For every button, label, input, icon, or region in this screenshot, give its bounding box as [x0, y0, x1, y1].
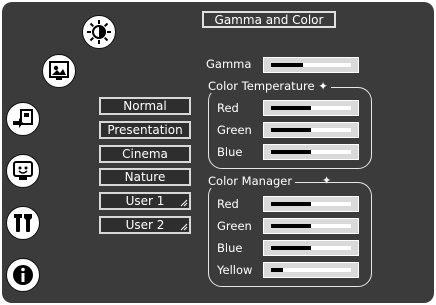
preset-normal[interactable]: Normal	[99, 97, 191, 115]
preset-user-2[interactable]: User 2	[99, 216, 191, 234]
color-manager-title-text: Color Manager	[208, 174, 293, 188]
preset-user-1[interactable]: User 1	[99, 192, 191, 210]
preset-nature-label: Nature	[124, 170, 166, 184]
preset-user-1-label: User 1	[125, 194, 165, 208]
ct-green-label: Green	[217, 123, 252, 137]
color-temperature-title: Color Temperature ✦	[205, 79, 331, 93]
ct-blue-label: Blue	[217, 145, 243, 159]
color-temperature-title-text: Color Temperature	[208, 79, 315, 93]
preset-normal-label: Normal	[123, 99, 167, 113]
window-title: Gamma and Color	[202, 11, 336, 28]
cm-red-slider[interactable]	[263, 196, 359, 212]
cm-yellow-label: Yellow	[217, 263, 253, 277]
preset-cinema[interactable]: Cinema	[99, 145, 191, 163]
ct-blue-slider[interactable]	[263, 144, 359, 160]
cm-blue-slider[interactable]	[263, 240, 359, 256]
cm-green-label: Green	[217, 219, 252, 233]
brightness-icon[interactable]	[82, 15, 116, 49]
preset-presentation-label: Presentation	[107, 123, 183, 137]
resize-grip-icon	[180, 223, 188, 231]
osd-screen: Gamma and Color Normal Presentation Cine…	[2, 2, 434, 303]
tools-icon[interactable]	[6, 206, 40, 240]
ct-red-label: Red	[217, 101, 239, 115]
cm-blue-label: Blue	[217, 241, 243, 255]
resize-grip-icon	[180, 199, 188, 207]
info-icon[interactable]	[6, 258, 40, 292]
group-marker-icon: ✦	[322, 174, 332, 187]
preset-nature[interactable]: Nature	[99, 168, 191, 186]
input-source-icon[interactable]	[6, 102, 40, 136]
picture-icon[interactable]	[42, 54, 76, 88]
preset-cinema-label: Cinema	[122, 147, 168, 161]
gamma-label: Gamma	[206, 57, 252, 71]
group-marker-icon: ✦	[318, 79, 328, 93]
preset-user-2-label: User 2	[125, 218, 165, 232]
ct-red-slider[interactable]	[263, 100, 359, 116]
cm-red-label: Red	[217, 197, 239, 211]
cm-yellow-slider[interactable]	[263, 262, 359, 278]
display-icon[interactable]	[6, 154, 40, 188]
gamma-slider[interactable]	[263, 57, 359, 73]
color-manager-title: Color Manager	[205, 174, 296, 188]
preset-presentation[interactable]: Presentation	[99, 121, 191, 139]
cm-green-slider[interactable]	[263, 218, 359, 234]
ct-green-slider[interactable]	[263, 122, 359, 138]
